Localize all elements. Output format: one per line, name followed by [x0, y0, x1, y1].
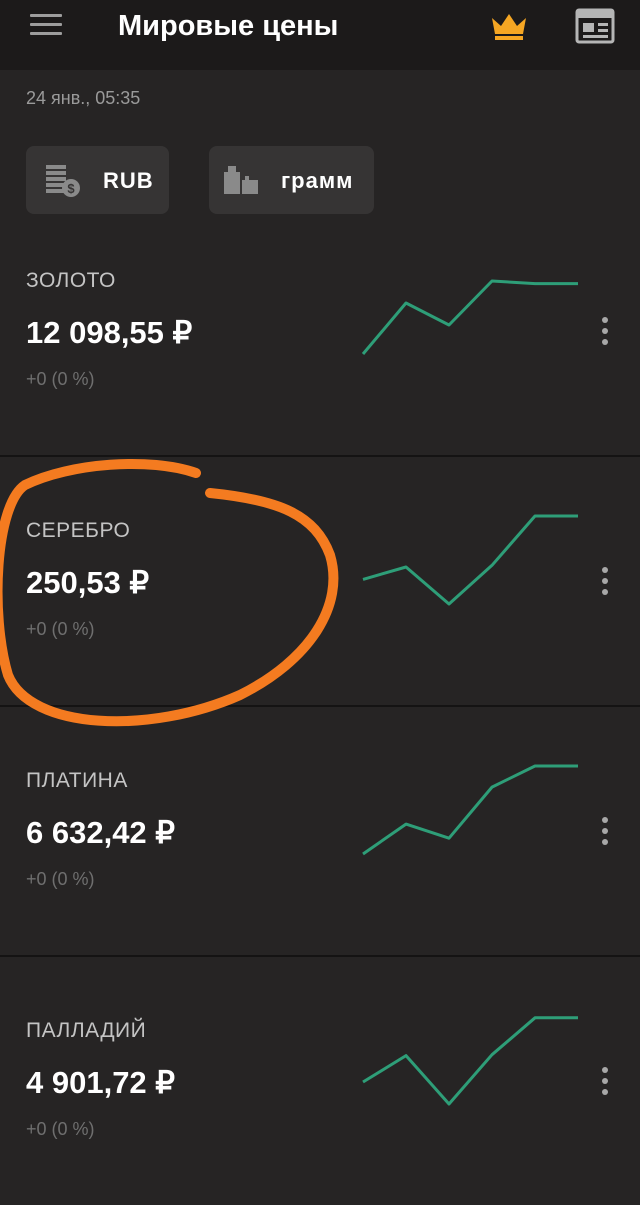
hamburger-menu-icon[interactable]: [30, 14, 62, 36]
metal-change: +0 (0 %): [26, 1119, 95, 1139]
metal-name: ЗОЛОТО: [26, 269, 116, 292]
sparkline-chart: [361, 279, 578, 355]
unit-selector-button[interactable]: грамм: [209, 146, 374, 214]
row-divider: [0, 705, 640, 707]
metal-change: +0 (0 %): [26, 369, 95, 389]
more-options-icon[interactable]: [595, 563, 615, 599]
metal-row-silver[interactable]: СЕРЕБРО 250,53 ₽ +0 (0 %): [0, 455, 640, 705]
metal-row-platinum[interactable]: ПЛАТИНА 6 632,42 ₽ +0 (0 %): [0, 705, 640, 955]
metal-price: 6 632,42 ₽: [26, 815, 176, 850]
metal-price: 12 098,55 ₽: [26, 315, 193, 350]
update-timestamp: 24 янв., 05:35: [26, 88, 141, 108]
metal-name: ПАЛЛАДИЙ: [26, 1019, 147, 1042]
more-options-icon[interactable]: [595, 313, 615, 349]
unit-label: грамм: [281, 168, 354, 193]
sparkline-chart: [362, 514, 578, 606]
metal-name: СЕРЕБРО: [26, 519, 131, 542]
currency-selector-button[interactable]: $ RUB: [26, 146, 169, 214]
metal-row-palladium[interactable]: ПАЛЛАДИЙ 4 901,72 ₽ +0 (0 %): [0, 955, 640, 1205]
metal-row-gold[interactable]: ЗОЛОТО 12 098,55 ₽ +0 (0 %): [0, 205, 640, 455]
row-divider: [0, 455, 640, 457]
sparkline-chart: [362, 764, 578, 856]
metal-price: 250,53 ₽: [26, 565, 150, 600]
metal-name: ПЛАТИНА: [26, 769, 128, 792]
sparkline-chart: [362, 1016, 578, 1106]
crown-icon[interactable]: [490, 12, 528, 42]
top-app-bar: Мировые цены: [0, 0, 640, 70]
weights-icon: [223, 164, 263, 203]
more-options-icon[interactable]: [595, 1063, 615, 1099]
metal-price: 4 901,72 ₽: [26, 1065, 176, 1100]
more-options-icon[interactable]: [595, 813, 615, 849]
page-title: Мировые цены: [118, 10, 339, 42]
coins-icon: $: [44, 164, 88, 203]
currency-label: RUB: [103, 168, 154, 193]
row-divider: [0, 955, 640, 957]
metal-change: +0 (0 %): [26, 619, 95, 639]
svg-text:$: $: [67, 181, 75, 196]
newspaper-icon[interactable]: [575, 8, 615, 44]
metal-change: +0 (0 %): [26, 869, 95, 889]
